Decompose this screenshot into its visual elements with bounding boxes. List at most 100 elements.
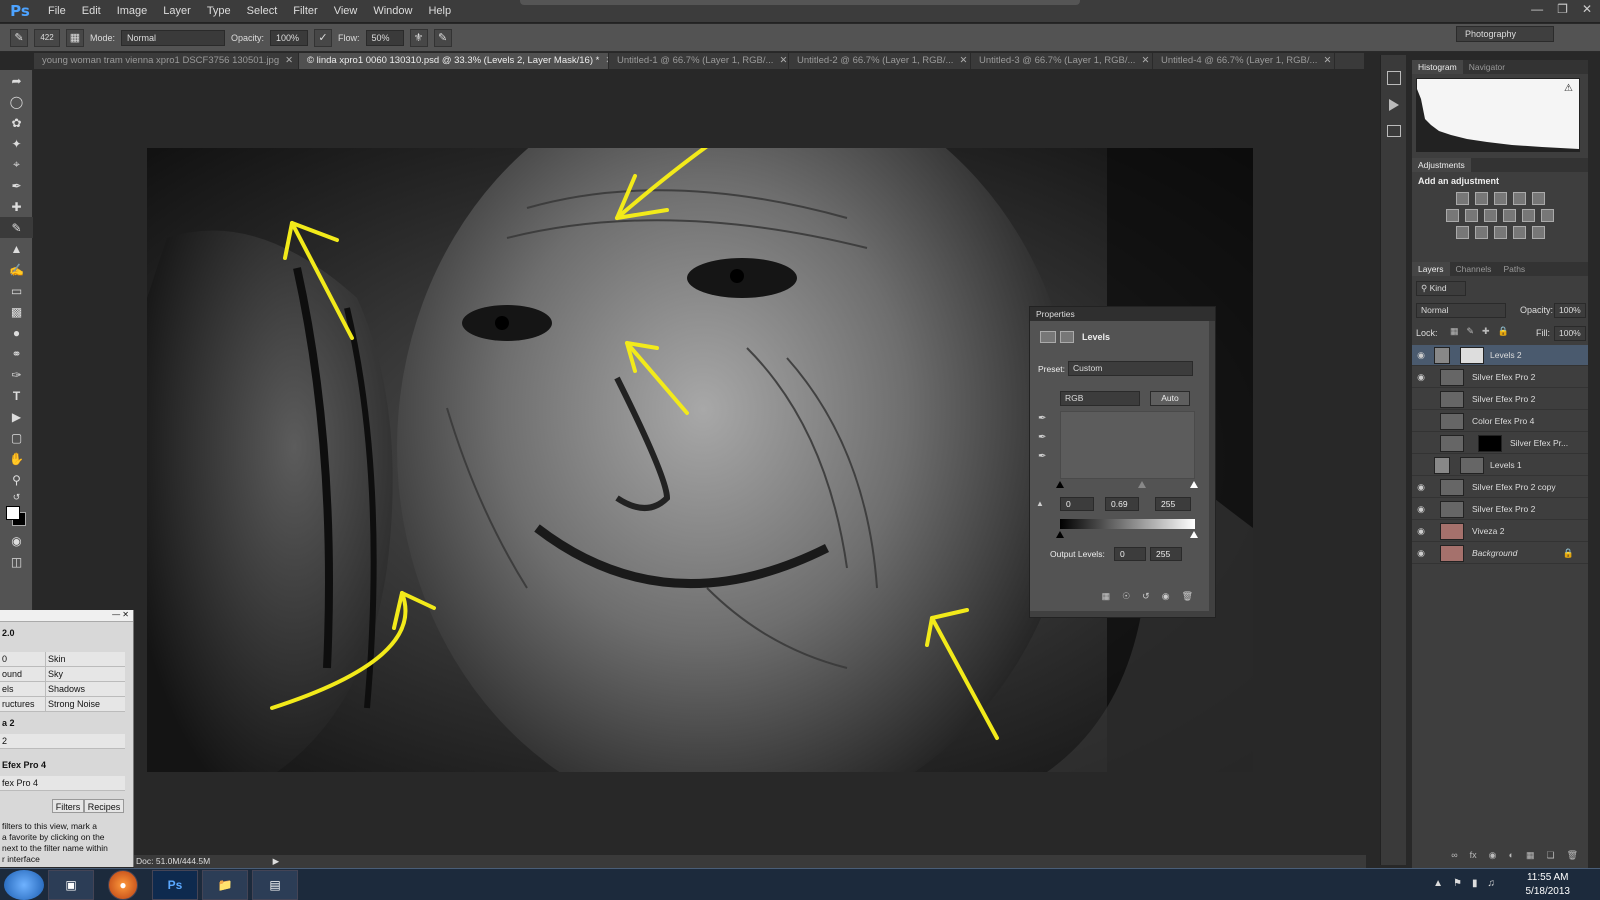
delete-layer-icon[interactable]: 🗑 [1567, 850, 1578, 866]
screen-mode-icon[interactable]: ◫ [0, 551, 33, 572]
close-icon[interactable]: ✕ [122, 610, 129, 619]
pen-tool-icon[interactable]: ✑ [0, 364, 33, 385]
layer-row[interactable]: ◉ Silver Efex Pro 2 [1412, 499, 1588, 520]
color-swatches[interactable] [0, 504, 32, 530]
shape-tool-icon[interactable]: ▢ [0, 427, 33, 448]
layer-row[interactable]: ◉ Silver Efex Pro 2 copy [1412, 477, 1588, 498]
doc-tab-1[interactable]: young woman tram vienna xpro1 DSCF3756 1… [34, 53, 299, 69]
preset-row[interactable]: ound Sky [0, 667, 125, 682]
close-tab-icon[interactable]: ✕ [1323, 55, 1331, 66]
exposure-icon[interactable] [1512, 192, 1526, 205]
gradient-map-icon[interactable] [1531, 226, 1545, 239]
menu-edit[interactable]: Edit [74, 5, 109, 17]
doc-tab-5[interactable]: Untitled-3 @ 66.7% (Layer 1, RGB/... ✕ [971, 53, 1153, 69]
airbrush-icon[interactable]: ⚜ [409, 28, 428, 47]
layer-comps-icon[interactable] [1386, 125, 1401, 137]
menu-filter[interactable]: Filter [285, 5, 325, 17]
lasso-tool-icon[interactable]: ✿ [0, 112, 33, 133]
layer-row[interactable]: Levels 1 [1412, 455, 1588, 476]
type-tool-icon[interactable]: T [0, 385, 33, 406]
history-brush-tool-icon[interactable]: ✍ [0, 259, 33, 280]
hand-tool-icon[interactable]: ✋ [0, 448, 33, 469]
delete-adjustment-icon[interactable]: 🗑 [1182, 591, 1193, 607]
brush-tool-icon[interactable]: ✎ [0, 217, 33, 238]
menu-image[interactable]: Image [109, 5, 156, 17]
color-balance-icon[interactable] [1465, 209, 1478, 222]
brightness-contrast-icon[interactable] [1455, 192, 1469, 205]
close-tab-icon[interactable]: ✕ [959, 55, 967, 66]
add-mask-icon[interactable]: ◉ [1489, 850, 1497, 866]
tab-paths[interactable]: Paths [1497, 262, 1531, 276]
layer-kind-filter[interactable]: ⚲ Kind [1416, 281, 1466, 296]
output-black-field[interactable]: 0 [1114, 547, 1146, 561]
levels-icon[interactable] [1474, 192, 1488, 205]
output-black-slider[interactable] [1056, 531, 1064, 538]
fill-field[interactable]: 100% [1554, 326, 1586, 341]
dodge-tool-icon[interactable]: ⚭ [0, 343, 33, 364]
channel-select[interactable]: RGB [1060, 391, 1140, 406]
output-white-field[interactable]: 255 [1150, 547, 1182, 561]
visibility-eye-icon[interactable]: ◉ [1412, 504, 1430, 515]
input-gamma-slider[interactable] [1138, 481, 1146, 488]
taskbar-clock[interactable]: 11:55 AM 5/18/2013 [1526, 871, 1571, 899]
menu-select[interactable]: Select [239, 5, 286, 17]
preset-select[interactable]: Custom [1068, 361, 1193, 376]
new-group-icon[interactable]: ▦ [1526, 850, 1535, 866]
lock-icons[interactable]: ▦✎✚🔒 [1450, 326, 1517, 337]
taskbar-app-window-icon[interactable]: ▤ [252, 869, 298, 900]
plugin-row[interactable]: fex Pro 4 [0, 776, 125, 791]
minimize-icon[interactable]: — [112, 610, 120, 619]
output-white-slider[interactable] [1190, 531, 1198, 538]
layer-opacity-field[interactable]: 100% [1554, 303, 1586, 318]
clone-stamp-tool-icon[interactable]: ▲ [0, 238, 33, 259]
calculate-clipping-icon[interactable]: ▲ [1036, 499, 1044, 508]
input-black-field[interactable]: 0 [1060, 497, 1094, 511]
link-layers-icon[interactable]: ∞ [1451, 850, 1457, 866]
toggle-visibility-icon[interactable]: ◉ [1162, 591, 1170, 607]
flow-field[interactable]: 50% [365, 29, 404, 46]
opacity-field[interactable]: 100% [270, 29, 309, 46]
crop-tool-icon[interactable]: ⌖ [0, 154, 33, 175]
photo-filter-icon[interactable] [1503, 209, 1516, 222]
clip-to-layer-icon[interactable]: ▦ [1102, 591, 1111, 607]
preset-row[interactable]: 0 Skin [0, 652, 125, 667]
black-point-eyedropper-icon[interactable]: ✒ [1038, 413, 1046, 424]
eyedropper-tool-icon[interactable]: ✒ [0, 175, 33, 196]
visibility-eye-icon[interactable]: ◉ [1412, 526, 1430, 537]
doc-tab-3[interactable]: Untitled-1 @ 66.7% (Layer 1, RGB/... ✕ [609, 53, 789, 69]
eraser-tool-icon[interactable]: ▭ [0, 280, 33, 301]
new-fill-adjustment-icon[interactable]: ◐ [1509, 850, 1514, 866]
invert-icon[interactable] [1455, 226, 1469, 239]
layer-row[interactable]: ◉ Background 🔒 [1412, 543, 1588, 564]
posterize-icon[interactable] [1474, 226, 1488, 239]
white-point-eyedropper-icon[interactable]: ✒ [1038, 451, 1046, 462]
workspace-switcher[interactable]: Photography [1456, 26, 1554, 42]
quick-mask-icon[interactable]: ◉ [0, 530, 33, 551]
warning-icon[interactable]: ⚠ [1564, 83, 1573, 94]
close-tab-icon[interactable]: ✕ [285, 55, 293, 66]
input-white-field[interactable]: 255 [1155, 497, 1191, 511]
tray-flag-icon[interactable]: ⚑ [1453, 878, 1462, 889]
filters-tab[interactable]: Filters [52, 799, 84, 813]
layer-row[interactable]: Silver Efex Pr... [1412, 433, 1588, 454]
preset-row[interactable]: ructures Strong Noise [0, 697, 125, 712]
layer-row[interactable]: Color Efex Pro 4 [1412, 411, 1588, 432]
taskbar-photoshop-icon[interactable]: Ps [152, 869, 198, 900]
layer-style-icon[interactable]: fx [1470, 850, 1477, 866]
plugin-row[interactable]: 2 [0, 734, 125, 749]
menu-file[interactable]: File [40, 5, 74, 17]
input-black-slider[interactable] [1056, 481, 1064, 488]
recipes-tab[interactable]: Recipes [84, 799, 124, 813]
hue-saturation-icon[interactable] [1446, 209, 1459, 222]
menu-layer[interactable]: Layer [155, 5, 199, 17]
tray-volume-icon[interactable]: ♫ [1488, 878, 1496, 889]
vibrance-icon[interactable] [1531, 192, 1545, 205]
visibility-eye-icon[interactable]: ◉ [1412, 372, 1430, 383]
tab-histogram[interactable]: Histogram [1412, 60, 1463, 74]
menu-type[interactable]: Type [199, 5, 239, 17]
selective-color-icon[interactable] [1512, 226, 1526, 239]
quick-select-tool-icon[interactable]: ✦ [0, 133, 33, 154]
marquee-tool-icon[interactable]: ◯ [0, 91, 33, 112]
menu-window[interactable]: Window [365, 5, 420, 17]
foreground-color-swatch[interactable] [6, 506, 20, 520]
